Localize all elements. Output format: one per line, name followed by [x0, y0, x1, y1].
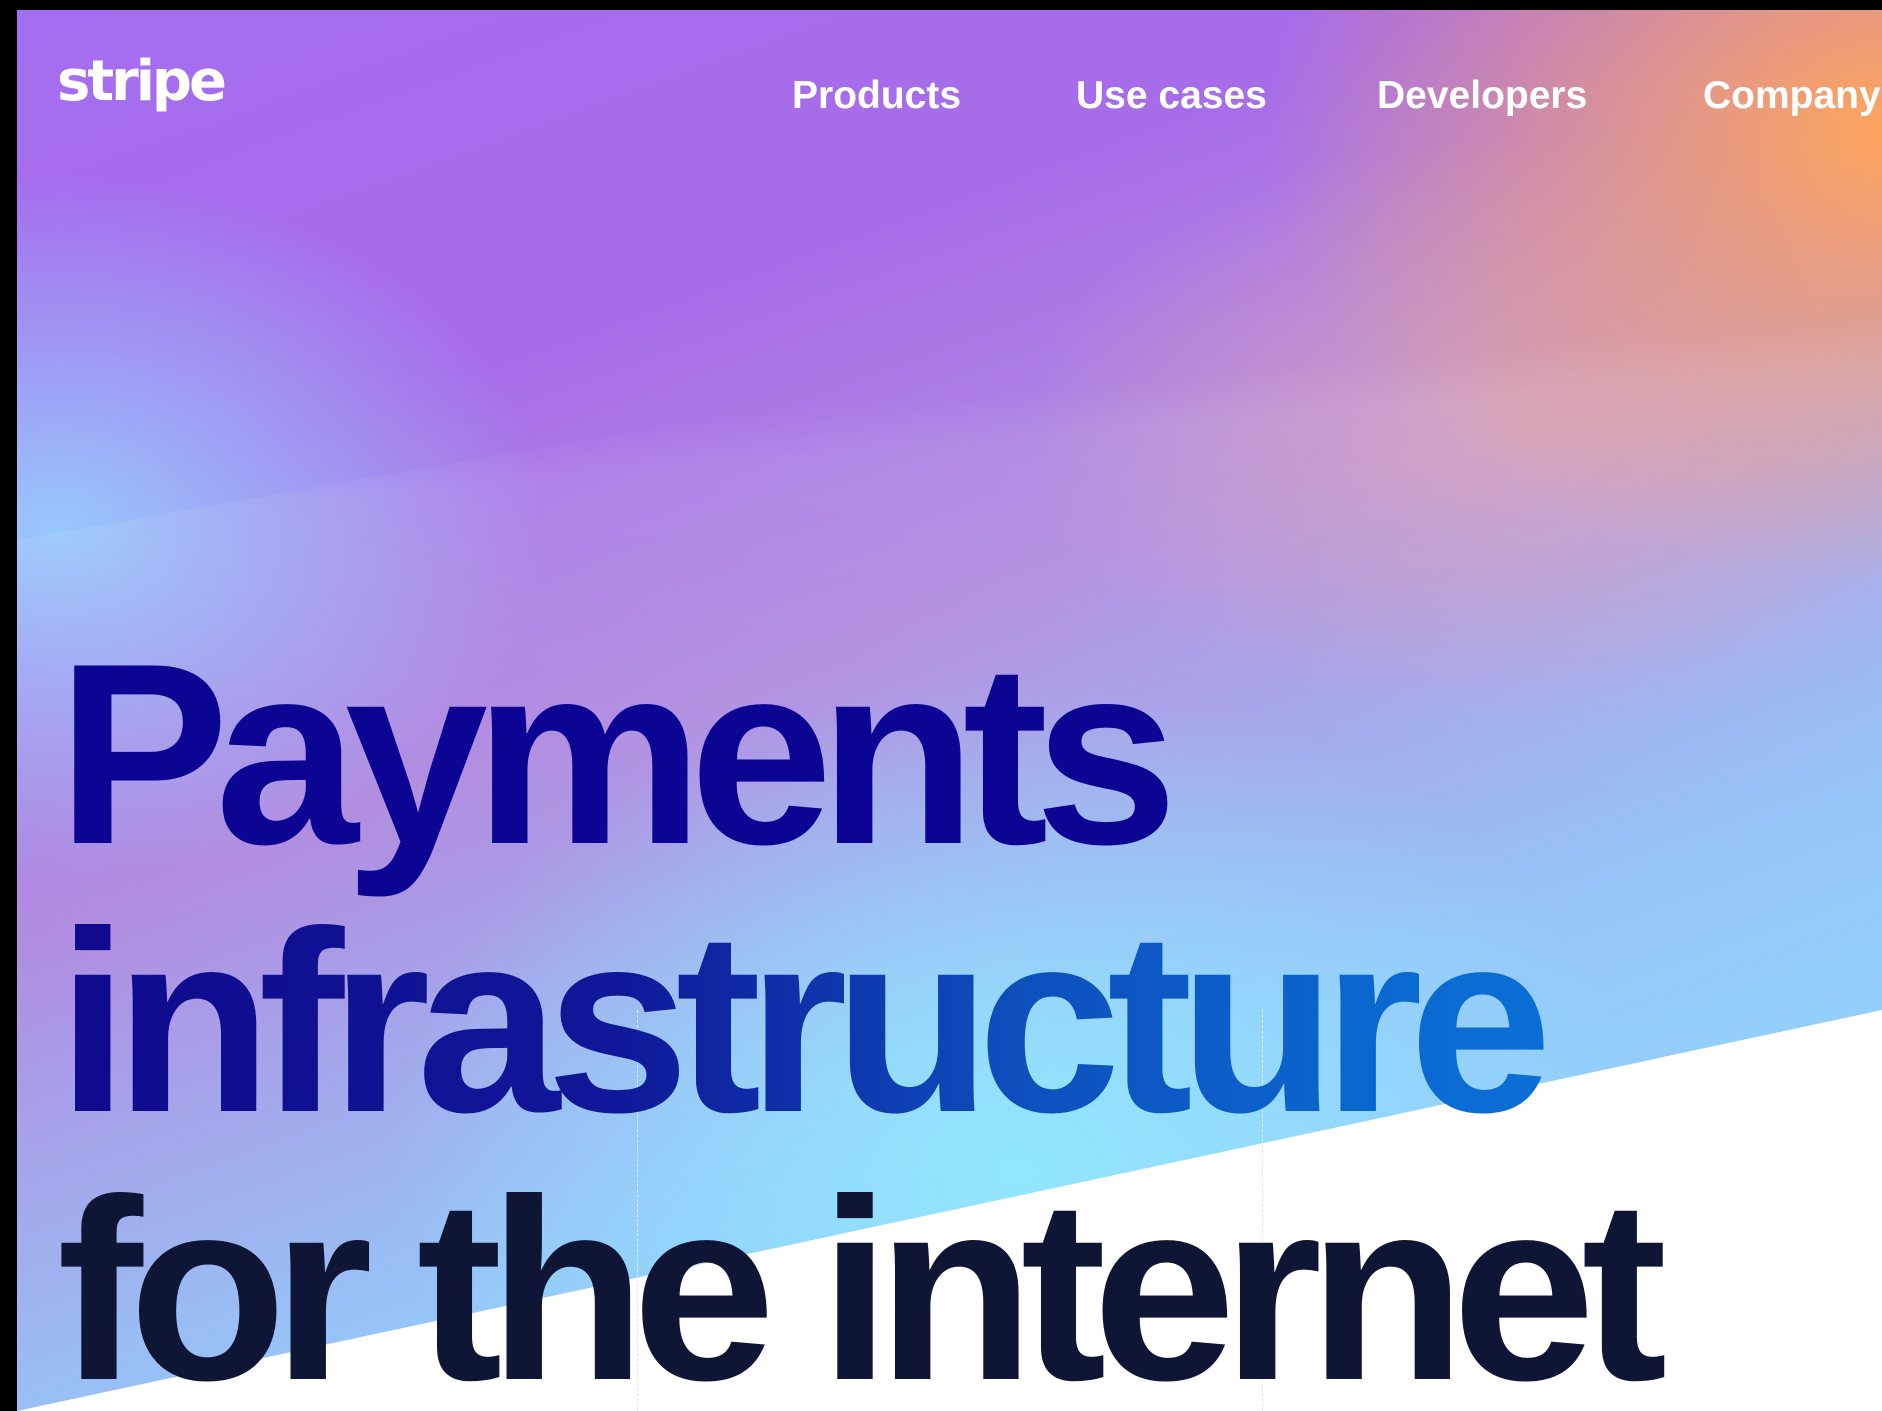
nav-developers-link[interactable]: Developers [1377, 76, 1587, 115]
nav-products-link[interactable]: Products [792, 76, 961, 115]
nav-use-cases-link[interactable]: Use cases [1076, 76, 1267, 115]
hero-headline-line-1: Payments [57, 609, 1178, 898]
stripe-logo[interactable]: stripe [57, 54, 227, 110]
stripe-homepage: stripe Products Use cases Developers Com… [17, 10, 1882, 1411]
hero-headline: Payments infrastructure for the internet [57, 609, 1667, 1411]
nav-company-link[interactable]: Company [1703, 76, 1881, 115]
hero-headline-line-2: infrastructure [57, 888, 1653, 1156]
top-navigation: stripe Products Use cases Developers Com… [17, 10, 1882, 160]
hero-headline-line-3: for the internet [57, 1145, 1667, 1411]
